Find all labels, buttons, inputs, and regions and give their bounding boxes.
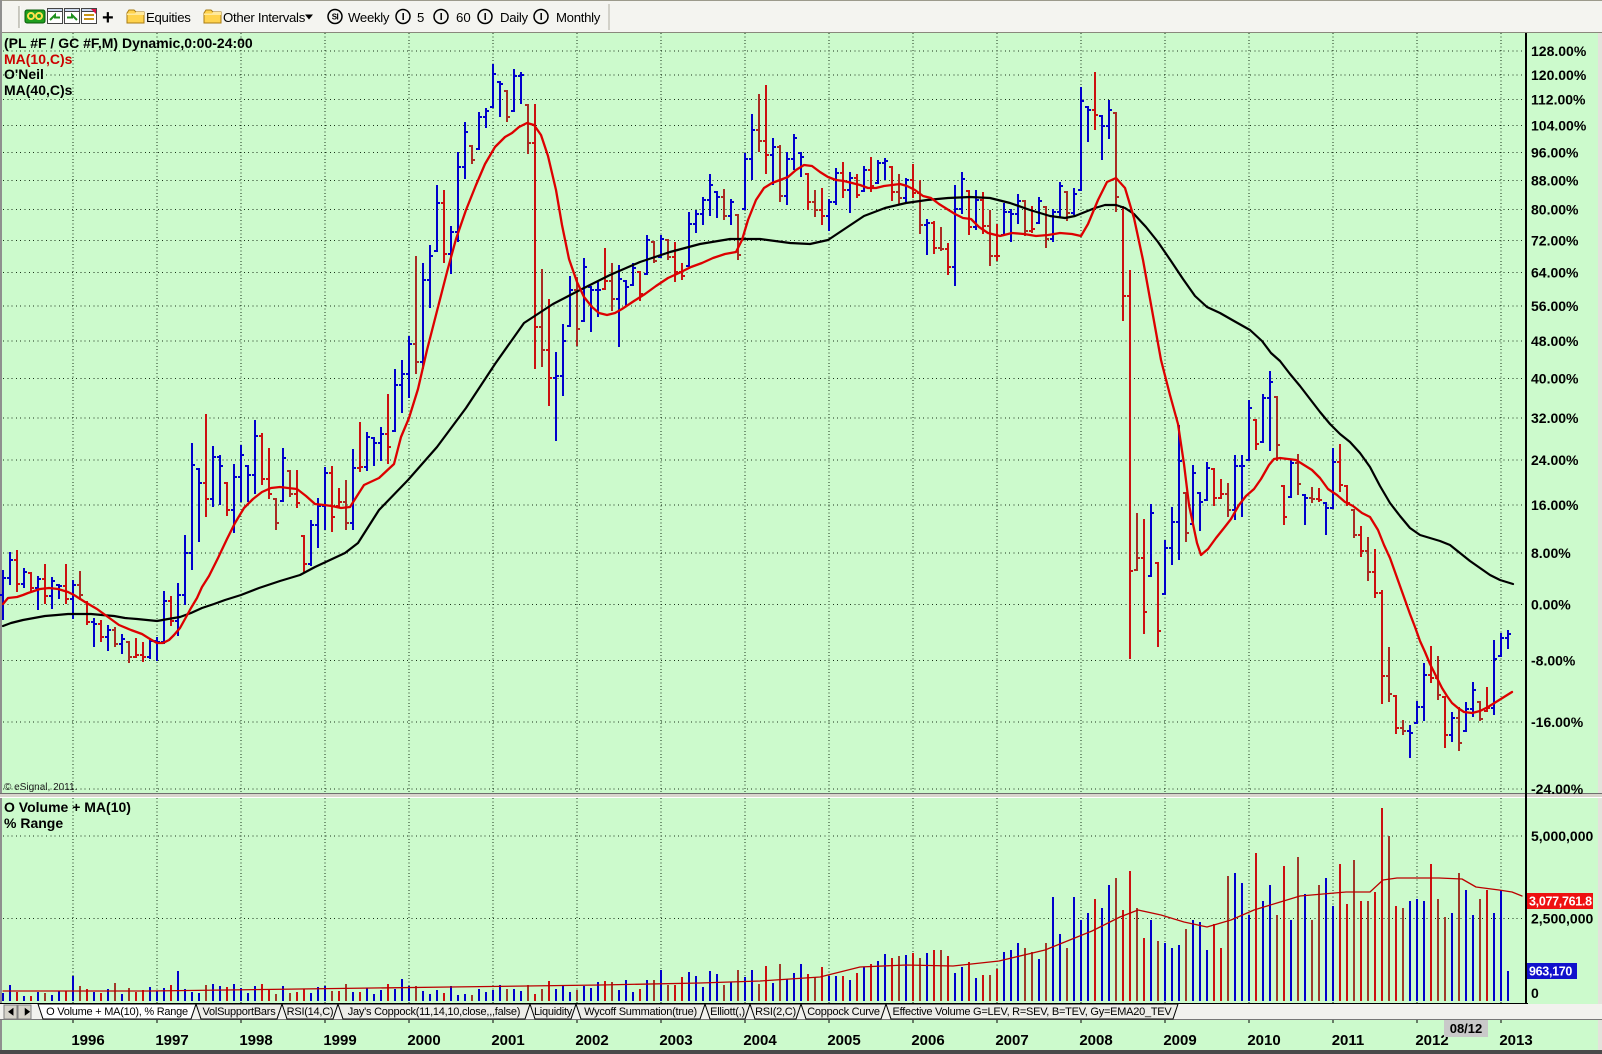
svg-text:Liquidity: Liquidity (534, 1006, 573, 1018)
svg-text:2008: 2008 (1079, 1032, 1112, 1049)
svg-text:2011: 2011 (1332, 1032, 1365, 1049)
svg-text:2003: 2003 (659, 1032, 692, 1049)
svg-text:% Range: % Range (4, 815, 63, 831)
svg-text:1997: 1997 (155, 1032, 188, 1049)
svg-text:2006: 2006 (911, 1032, 944, 1049)
svg-text:1999: 1999 (323, 1032, 356, 1049)
svg-text:2013: 2013 (1499, 1032, 1532, 1049)
svg-text:SI: SI (332, 12, 339, 21)
svg-text:0.00%: 0.00% (1531, 597, 1571, 613)
svg-text:120.00%: 120.00% (1531, 67, 1587, 83)
svg-text:88.00%: 88.00% (1531, 172, 1579, 188)
svg-text:MA(40,C)s: MA(40,C)s (4, 82, 73, 98)
svg-text:© eSignal, 2011.: © eSignal, 2011. (4, 782, 77, 793)
svg-text:3,077,761.8: 3,077,761.8 (1529, 895, 1592, 909)
svg-text:963,170: 963,170 (1529, 965, 1572, 979)
svg-text:Other Intervals: Other Intervals (223, 10, 306, 25)
svg-text:5,000,000: 5,000,000 (1531, 828, 1593, 844)
svg-text:Effective Volume G=LEV, R=SEV,: Effective Volume G=LEV, R=SEV, B=TEV, Gy… (893, 1006, 1173, 1018)
svg-text:-8.00%: -8.00% (1531, 653, 1576, 669)
svg-text:16.00%: 16.00% (1531, 497, 1579, 513)
svg-text:2005: 2005 (827, 1032, 860, 1049)
svg-text:Wycoff Summation(true): Wycoff Summation(true) (584, 1006, 697, 1018)
svg-text:08/12: 08/12 (1450, 1021, 1483, 1036)
svg-text:Coppock Curve: Coppock Curve (807, 1006, 880, 1018)
svg-text:80.00%: 80.00% (1531, 202, 1579, 218)
svg-text:Weekly: Weekly (348, 10, 390, 25)
svg-text:40.00%: 40.00% (1531, 371, 1579, 387)
svg-text:60: 60 (456, 10, 471, 25)
svg-text:104.00%: 104.00% (1531, 118, 1587, 134)
svg-text:VolSupportBars: VolSupportBars (203, 1006, 277, 1018)
svg-text:24.00%: 24.00% (1531, 452, 1579, 468)
svg-text:+: + (102, 7, 114, 29)
svg-text:-16.00%: -16.00% (1531, 714, 1584, 730)
svg-text:O Volume + MA(10), % Range: O Volume + MA(10), % Range (46, 1006, 188, 1018)
svg-text:2002: 2002 (575, 1032, 608, 1049)
svg-text:Monthly: Monthly (556, 10, 601, 25)
svg-text:Elliott(,): Elliott(,) (710, 1006, 745, 1018)
svg-text:1998: 1998 (239, 1032, 272, 1049)
svg-text:2004: 2004 (743, 1032, 777, 1049)
svg-text:Jay's Coppock(11,14,10,close,,: Jay's Coppock(11,14,10,close,,,false) (348, 1006, 520, 1018)
svg-text:RSI(2,C): RSI(2,C) (755, 1006, 796, 1018)
svg-text:Equities: Equities (146, 10, 191, 25)
svg-text:O'Neil: O'Neil (4, 66, 44, 82)
svg-text:RSI(14,C): RSI(14,C) (287, 1006, 334, 1018)
svg-text:5: 5 (417, 10, 424, 25)
svg-text:64.00%: 64.00% (1531, 264, 1579, 280)
svg-text:112.00%: 112.00% (1531, 92, 1586, 108)
svg-text:48.00%: 48.00% (1531, 333, 1579, 349)
svg-text:-24.00%: -24.00% (1531, 781, 1584, 797)
svg-text:2001: 2001 (491, 1032, 524, 1049)
svg-text:0: 0 (1531, 985, 1539, 1001)
svg-text:(PL #F / GC #F,M) Dynamic,0:00: (PL #F / GC #F,M) Dynamic,0:00-24:00 (4, 35, 253, 51)
svg-text:2,500,000: 2,500,000 (1531, 911, 1593, 927)
svg-text:96.00%: 96.00% (1531, 144, 1579, 160)
svg-text:32.00%: 32.00% (1531, 410, 1579, 426)
svg-text:MA(10,C)s: MA(10,C)s (4, 51, 73, 67)
svg-text:Daily: Daily (500, 10, 529, 25)
svg-text:2009: 2009 (1163, 1032, 1196, 1049)
svg-text:72.00%: 72.00% (1531, 232, 1579, 248)
svg-text:128.00%: 128.00% (1531, 43, 1587, 59)
svg-text:O Volume + MA(10): O Volume + MA(10) (4, 799, 131, 815)
svg-text:2010: 2010 (1247, 1032, 1280, 1049)
svg-text:2012: 2012 (1415, 1032, 1448, 1049)
svg-text:56.00%: 56.00% (1531, 298, 1579, 314)
svg-text:8.00%: 8.00% (1531, 545, 1571, 561)
svg-text:1996: 1996 (71, 1032, 104, 1049)
svg-text:2007: 2007 (995, 1032, 1028, 1049)
svg-text:2000: 2000 (407, 1032, 440, 1049)
